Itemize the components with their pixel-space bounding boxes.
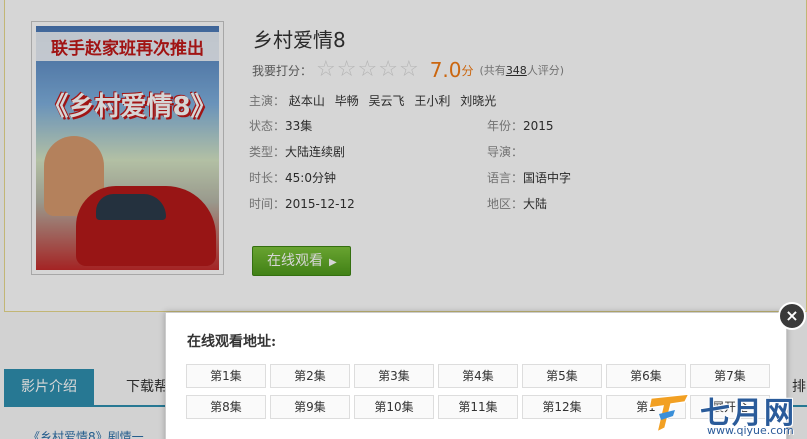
watermark-url: www.qiyue.com (707, 424, 794, 437)
popup-title: 在线观看地址: (187, 334, 277, 350)
qiyue-logo-icon (648, 393, 691, 434)
episode-button[interactable]: 第7集 (690, 364, 770, 388)
site-watermark: 七月网 www.qiyue.com (645, 388, 807, 439)
episode-button[interactable]: 第12集 (522, 395, 602, 419)
episode-button[interactable]: 第10集 (354, 395, 434, 419)
episode-button[interactable]: 第11集 (438, 395, 518, 419)
episode-button[interactable]: 第3集 (354, 364, 434, 388)
episode-button[interactable]: 第4集 (438, 364, 518, 388)
episode-button[interactable]: 第6集 (606, 364, 686, 388)
episode-button[interactable]: 第5集 (522, 364, 602, 388)
episode-button[interactable]: 第2集 (270, 364, 350, 388)
popup-close-icon[interactable]: × (778, 302, 806, 330)
episode-button[interactable]: 第9集 (270, 395, 350, 419)
episode-button[interactable]: 第1集 (186, 364, 266, 388)
episode-button[interactable]: 第8集 (186, 395, 266, 419)
